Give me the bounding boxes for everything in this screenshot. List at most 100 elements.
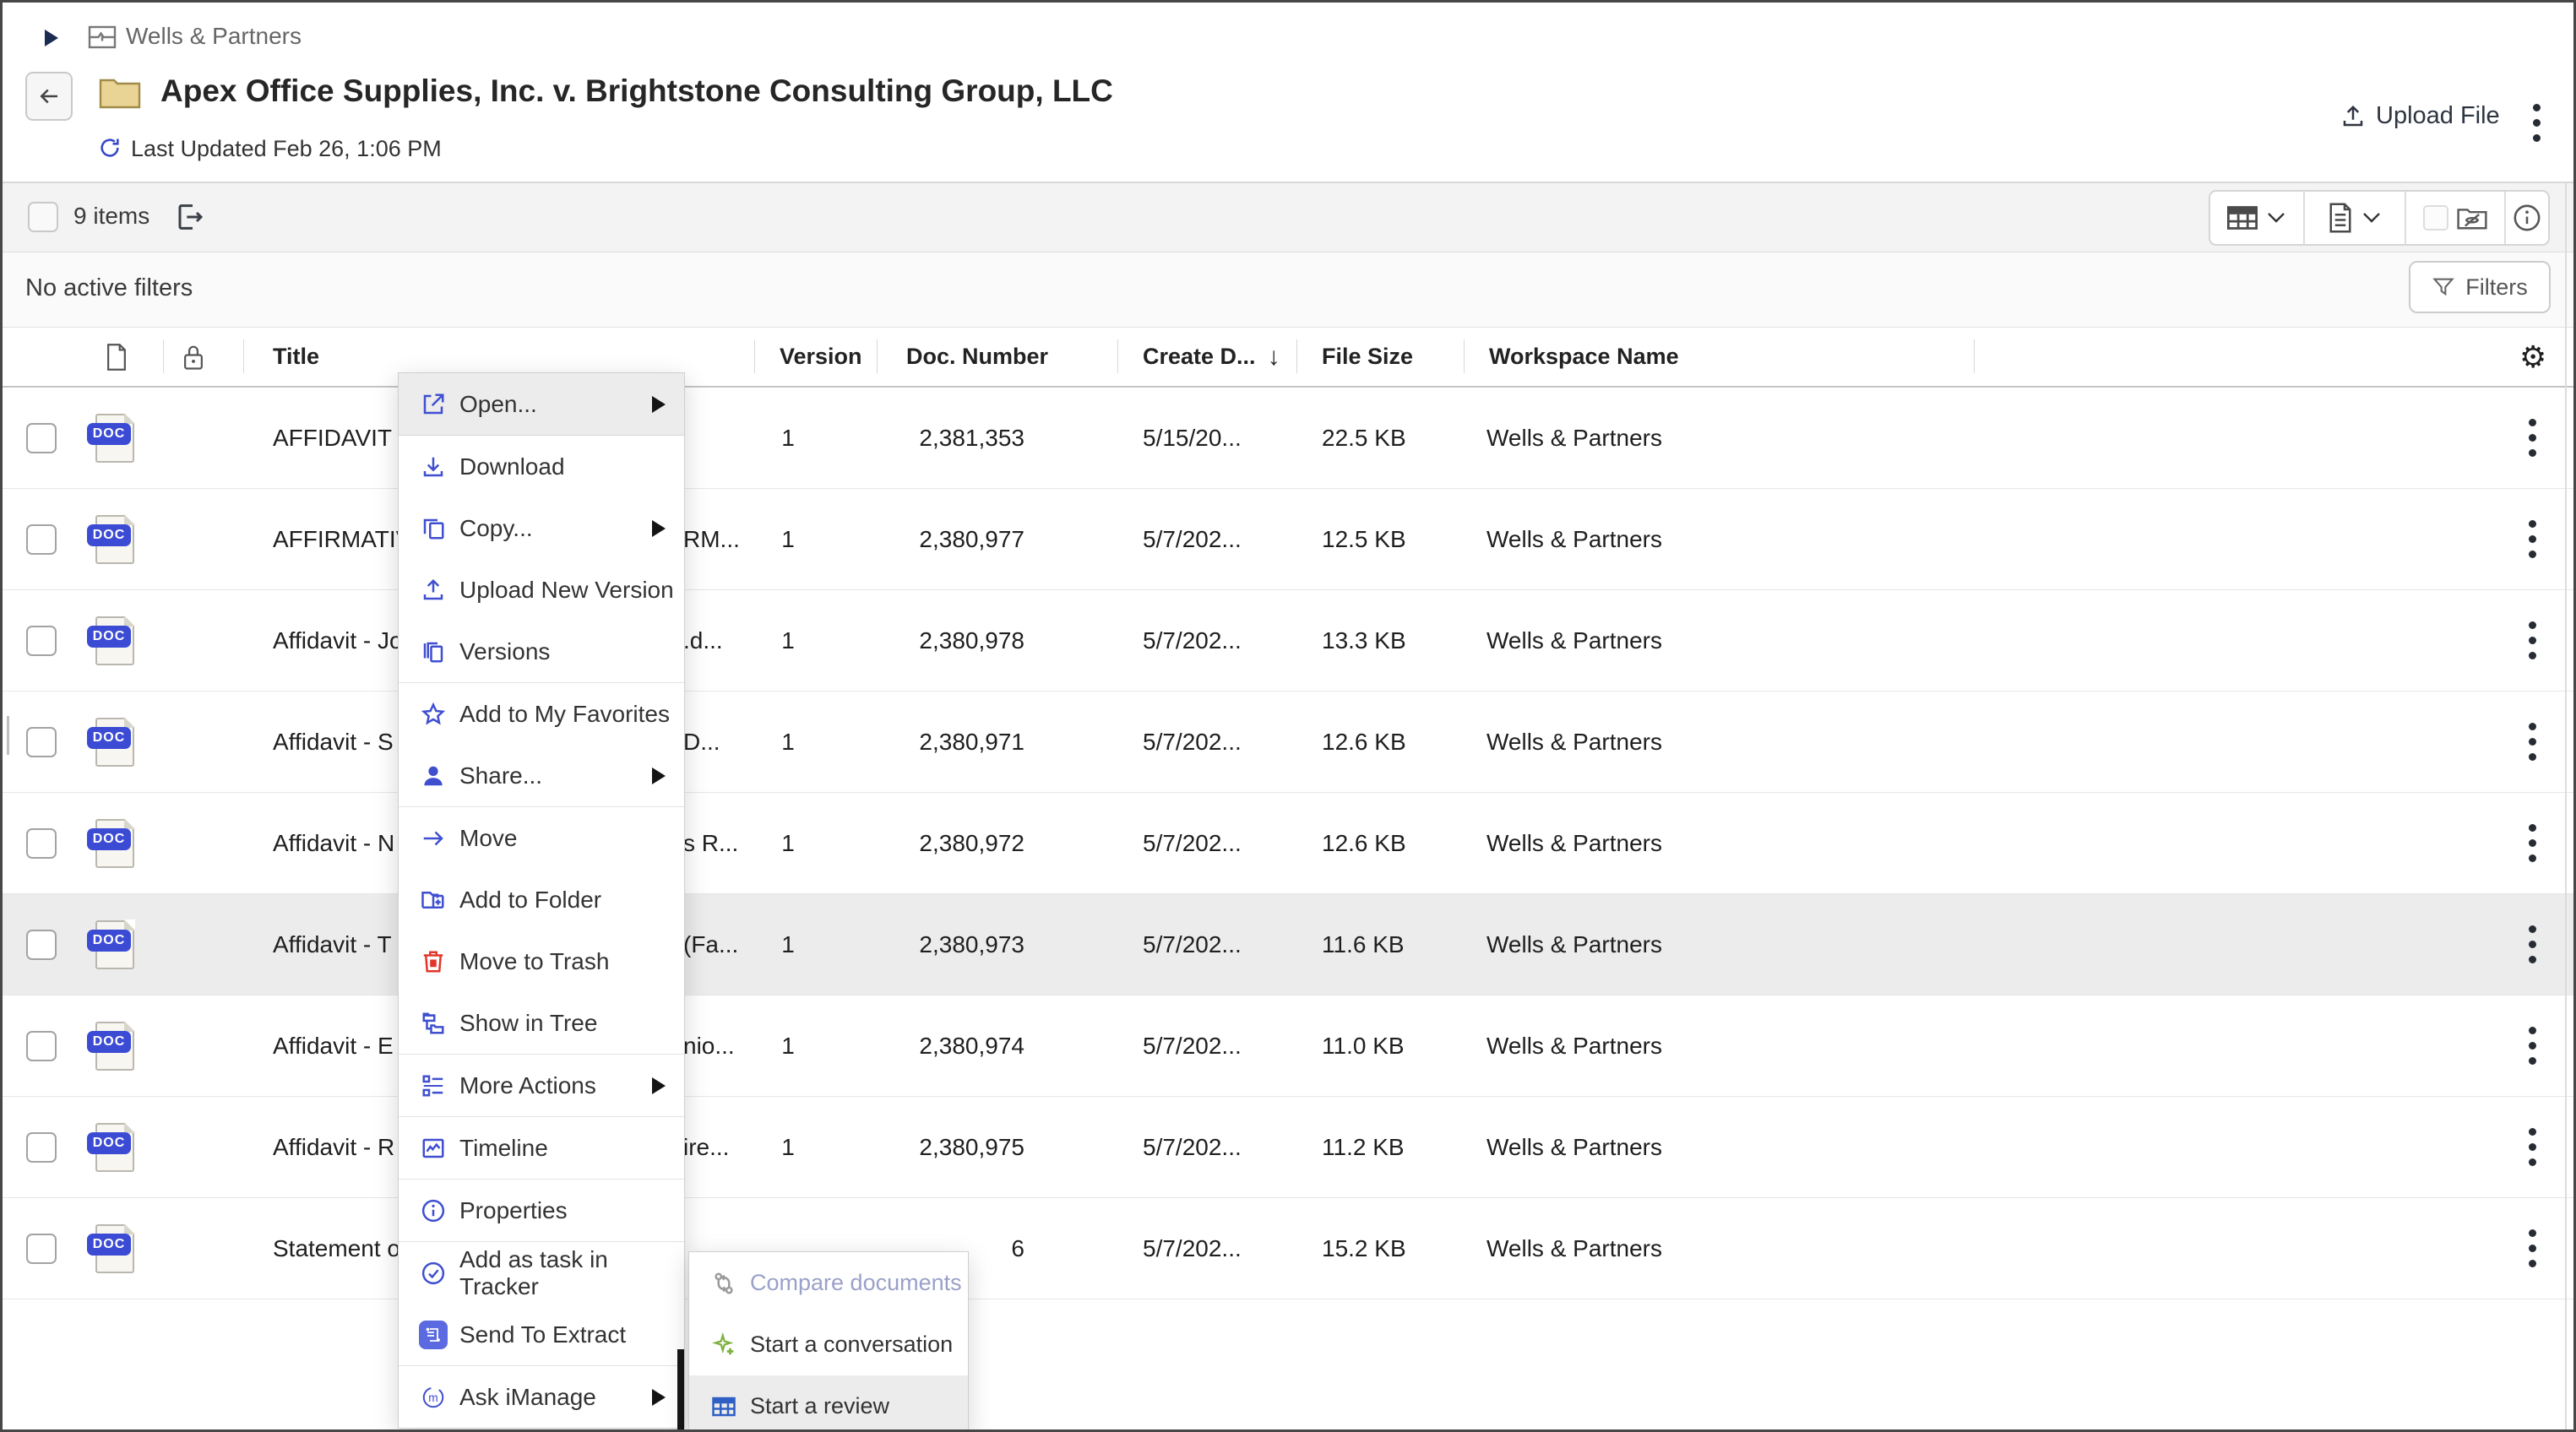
select-all-checkbox[interactable]	[28, 202, 58, 232]
export-icon[interactable]	[171, 200, 205, 234]
column-create-date[interactable]: Create D... ↓	[1143, 328, 1280, 386]
preview-checkbox[interactable]	[2423, 205, 2448, 231]
row-checkbox[interactable]	[26, 524, 57, 555]
row-doc-number: 2,381,353	[904, 388, 1024, 488]
row-title[interactable]: Affidavit - Jo	[273, 590, 403, 691]
row-title[interactable]: Affidavit - E	[273, 995, 394, 1096]
submenu-item-start-conversation[interactable]: Start a conversation	[689, 1314, 968, 1375]
row-title[interactable]: Affidavit - N	[273, 793, 394, 893]
menu-item-upload-new-version[interactable]: Upload New Version	[399, 559, 684, 621]
table-row[interactable]: DOC AFFIDAVIT C 1 2,381,353 5/15/20... 2…	[3, 388, 2576, 489]
row-checkbox[interactable]	[26, 828, 57, 859]
breadcrumb-expand-icon[interactable]	[45, 30, 58, 46]
row-checkbox[interactable]	[26, 1234, 57, 1264]
menu-item-add-as-task[interactable]: Add as task in Tracker	[399, 1242, 684, 1304]
table-row[interactable]: DOC Affidavit - R ire... 1 2,380,975 5/7…	[3, 1097, 2576, 1198]
menu-item-move[interactable]: Move	[399, 807, 684, 869]
row-actions-kebab[interactable]	[2529, 723, 2536, 761]
row-title[interactable]: AFFIRMATIV	[273, 489, 411, 589]
table-view-button[interactable]	[2210, 192, 2303, 244]
view-options-group	[2209, 190, 2550, 246]
row-workspace: Wells & Partners	[1486, 388, 1662, 488]
menu-item-download[interactable]: Download	[399, 436, 684, 497]
submenu-item-start-review[interactable]: Start a review	[689, 1375, 968, 1432]
share-person-icon	[419, 762, 448, 790]
row-title[interactable]: Affidavit - T	[273, 894, 392, 995]
row-actions-kebab[interactable]	[2529, 419, 2536, 457]
menu-item-share[interactable]: Share...	[399, 745, 684, 806]
menu-item-open[interactable]: Open...	[399, 373, 684, 436]
menu-item-copy[interactable]: Copy...	[399, 497, 684, 559]
page-title: Apex Office Supplies, Inc. v. Brightston…	[160, 73, 1113, 109]
scrollbar-track[interactable]	[2565, 183, 2567, 1429]
menu-item-versions[interactable]: Versions	[399, 621, 684, 682]
info-button[interactable]	[2504, 192, 2548, 244]
back-button[interactable]	[25, 72, 73, 121]
row-checkbox[interactable]	[26, 423, 57, 453]
column-file-size[interactable]: File Size	[1322, 328, 1413, 386]
row-workspace: Wells & Partners	[1486, 1198, 1662, 1299]
row-actions-kebab[interactable]	[2529, 1128, 2536, 1166]
menu-item-add-to-folder[interactable]: Add to Folder	[399, 869, 684, 930]
row-checkbox[interactable]	[26, 1132, 57, 1163]
menu-item-add-to-favorites[interactable]: Add to My Favorites	[399, 683, 684, 745]
hide-preview-button[interactable]	[2405, 192, 2504, 244]
table-row[interactable]: DOC Affidavit - E nio... 1 2,380,974 5/7…	[3, 995, 2576, 1097]
doc-file-icon: DOC	[95, 414, 134, 463]
table-row-selected[interactable]: DOC Affidavit - T (Fa... 1 2,380,973 5/7…	[3, 894, 2576, 995]
menu-item-send-to-extract[interactable]: Send To Extract	[399, 1304, 684, 1365]
column-version[interactable]: Version	[780, 328, 862, 386]
row-actions-kebab[interactable]	[2529, 824, 2536, 862]
breadcrumb[interactable]: Wells & Partners	[126, 23, 302, 50]
refresh-icon[interactable]	[98, 136, 122, 160]
row-title[interactable]: Affidavit - R	[273, 1097, 394, 1197]
row-create-date: 5/7/202...	[1143, 793, 1242, 893]
back-arrow-icon	[36, 84, 62, 109]
sort-descending-icon[interactable]: ↓	[1268, 343, 1280, 372]
row-title[interactable]: Affidavit - S	[273, 692, 394, 792]
row-title[interactable]: Statement o	[273, 1198, 400, 1299]
row-checkbox[interactable]	[26, 1031, 57, 1061]
document-column-icon[interactable]	[106, 328, 128, 386]
row-actions-kebab[interactable]	[2529, 925, 2536, 963]
row-title-overflow: s R...	[683, 793, 738, 893]
column-title[interactable]: Title	[273, 328, 319, 386]
row-file-size: 22.5 KB	[1322, 388, 1406, 488]
more-actions-icon	[419, 1071, 448, 1100]
upload-icon	[2340, 104, 2366, 129]
row-checkbox[interactable]	[26, 727, 57, 757]
document-view-button[interactable]	[2303, 192, 2405, 244]
table-row[interactable]: DOC Affidavit - Jo .d... 1 2,380,978 5/7…	[3, 590, 2576, 692]
row-doc-number: 2,380,971	[904, 692, 1024, 792]
table-row[interactable]: DOC Statement o 6 5/7/202... 15.2 KB Wel…	[3, 1198, 2576, 1299]
menu-item-show-in-tree[interactable]: Show in Tree	[399, 992, 684, 1054]
column-doc-number[interactable]: Doc. Number	[906, 328, 1048, 386]
menu-item-ask-imanage[interactable]: m Ask iManage	[399, 1366, 684, 1428]
column-workspace[interactable]: Workspace Name	[1489, 328, 1679, 386]
imanage-logo-icon: m	[419, 1383, 448, 1412]
lock-column-icon[interactable]	[182, 328, 205, 386]
row-actions-kebab[interactable]	[2529, 1229, 2536, 1267]
row-checkbox[interactable]	[26, 626, 57, 656]
menu-item-timeline[interactable]: Timeline	[399, 1117, 684, 1179]
table-row[interactable]: DOC Affidavit - S D... 1 2,380,971 5/7/2…	[3, 692, 2576, 793]
menu-scrollbar-thumb[interactable]	[677, 1349, 684, 1432]
table-row[interactable]: DOC AFFIRMATIV RM... 1 2,380,977 5/7/202…	[3, 489, 2576, 590]
menu-item-properties[interactable]: Properties	[399, 1180, 684, 1241]
menu-item-move-to-trash[interactable]: Move to Trash	[399, 930, 684, 992]
menu-item-more-actions[interactable]: More Actions	[399, 1055, 684, 1116]
header-kebab-menu[interactable]	[2533, 104, 2541, 142]
table-row[interactable]: DOC Affidavit - N s R... 1 2,380,972 5/7…	[3, 793, 2576, 894]
row-checkbox[interactable]	[26, 930, 57, 960]
row-version: 1	[746, 894, 830, 995]
row-workspace: Wells & Partners	[1486, 793, 1662, 893]
column-settings-gear-icon[interactable]: ⚙	[2519, 328, 2546, 386]
table-view-icon	[2227, 206, 2258, 230]
row-actions-kebab[interactable]	[2529, 520, 2536, 558]
row-actions-kebab[interactable]	[2529, 621, 2536, 659]
row-title[interactable]: AFFIDAVIT C	[273, 388, 416, 488]
filters-button[interactable]: Filters	[2409, 261, 2551, 313]
upload-file-button[interactable]: Upload File	[2340, 102, 2500, 130]
check-circle-icon	[419, 1259, 448, 1288]
row-actions-kebab[interactable]	[2529, 1027, 2536, 1065]
